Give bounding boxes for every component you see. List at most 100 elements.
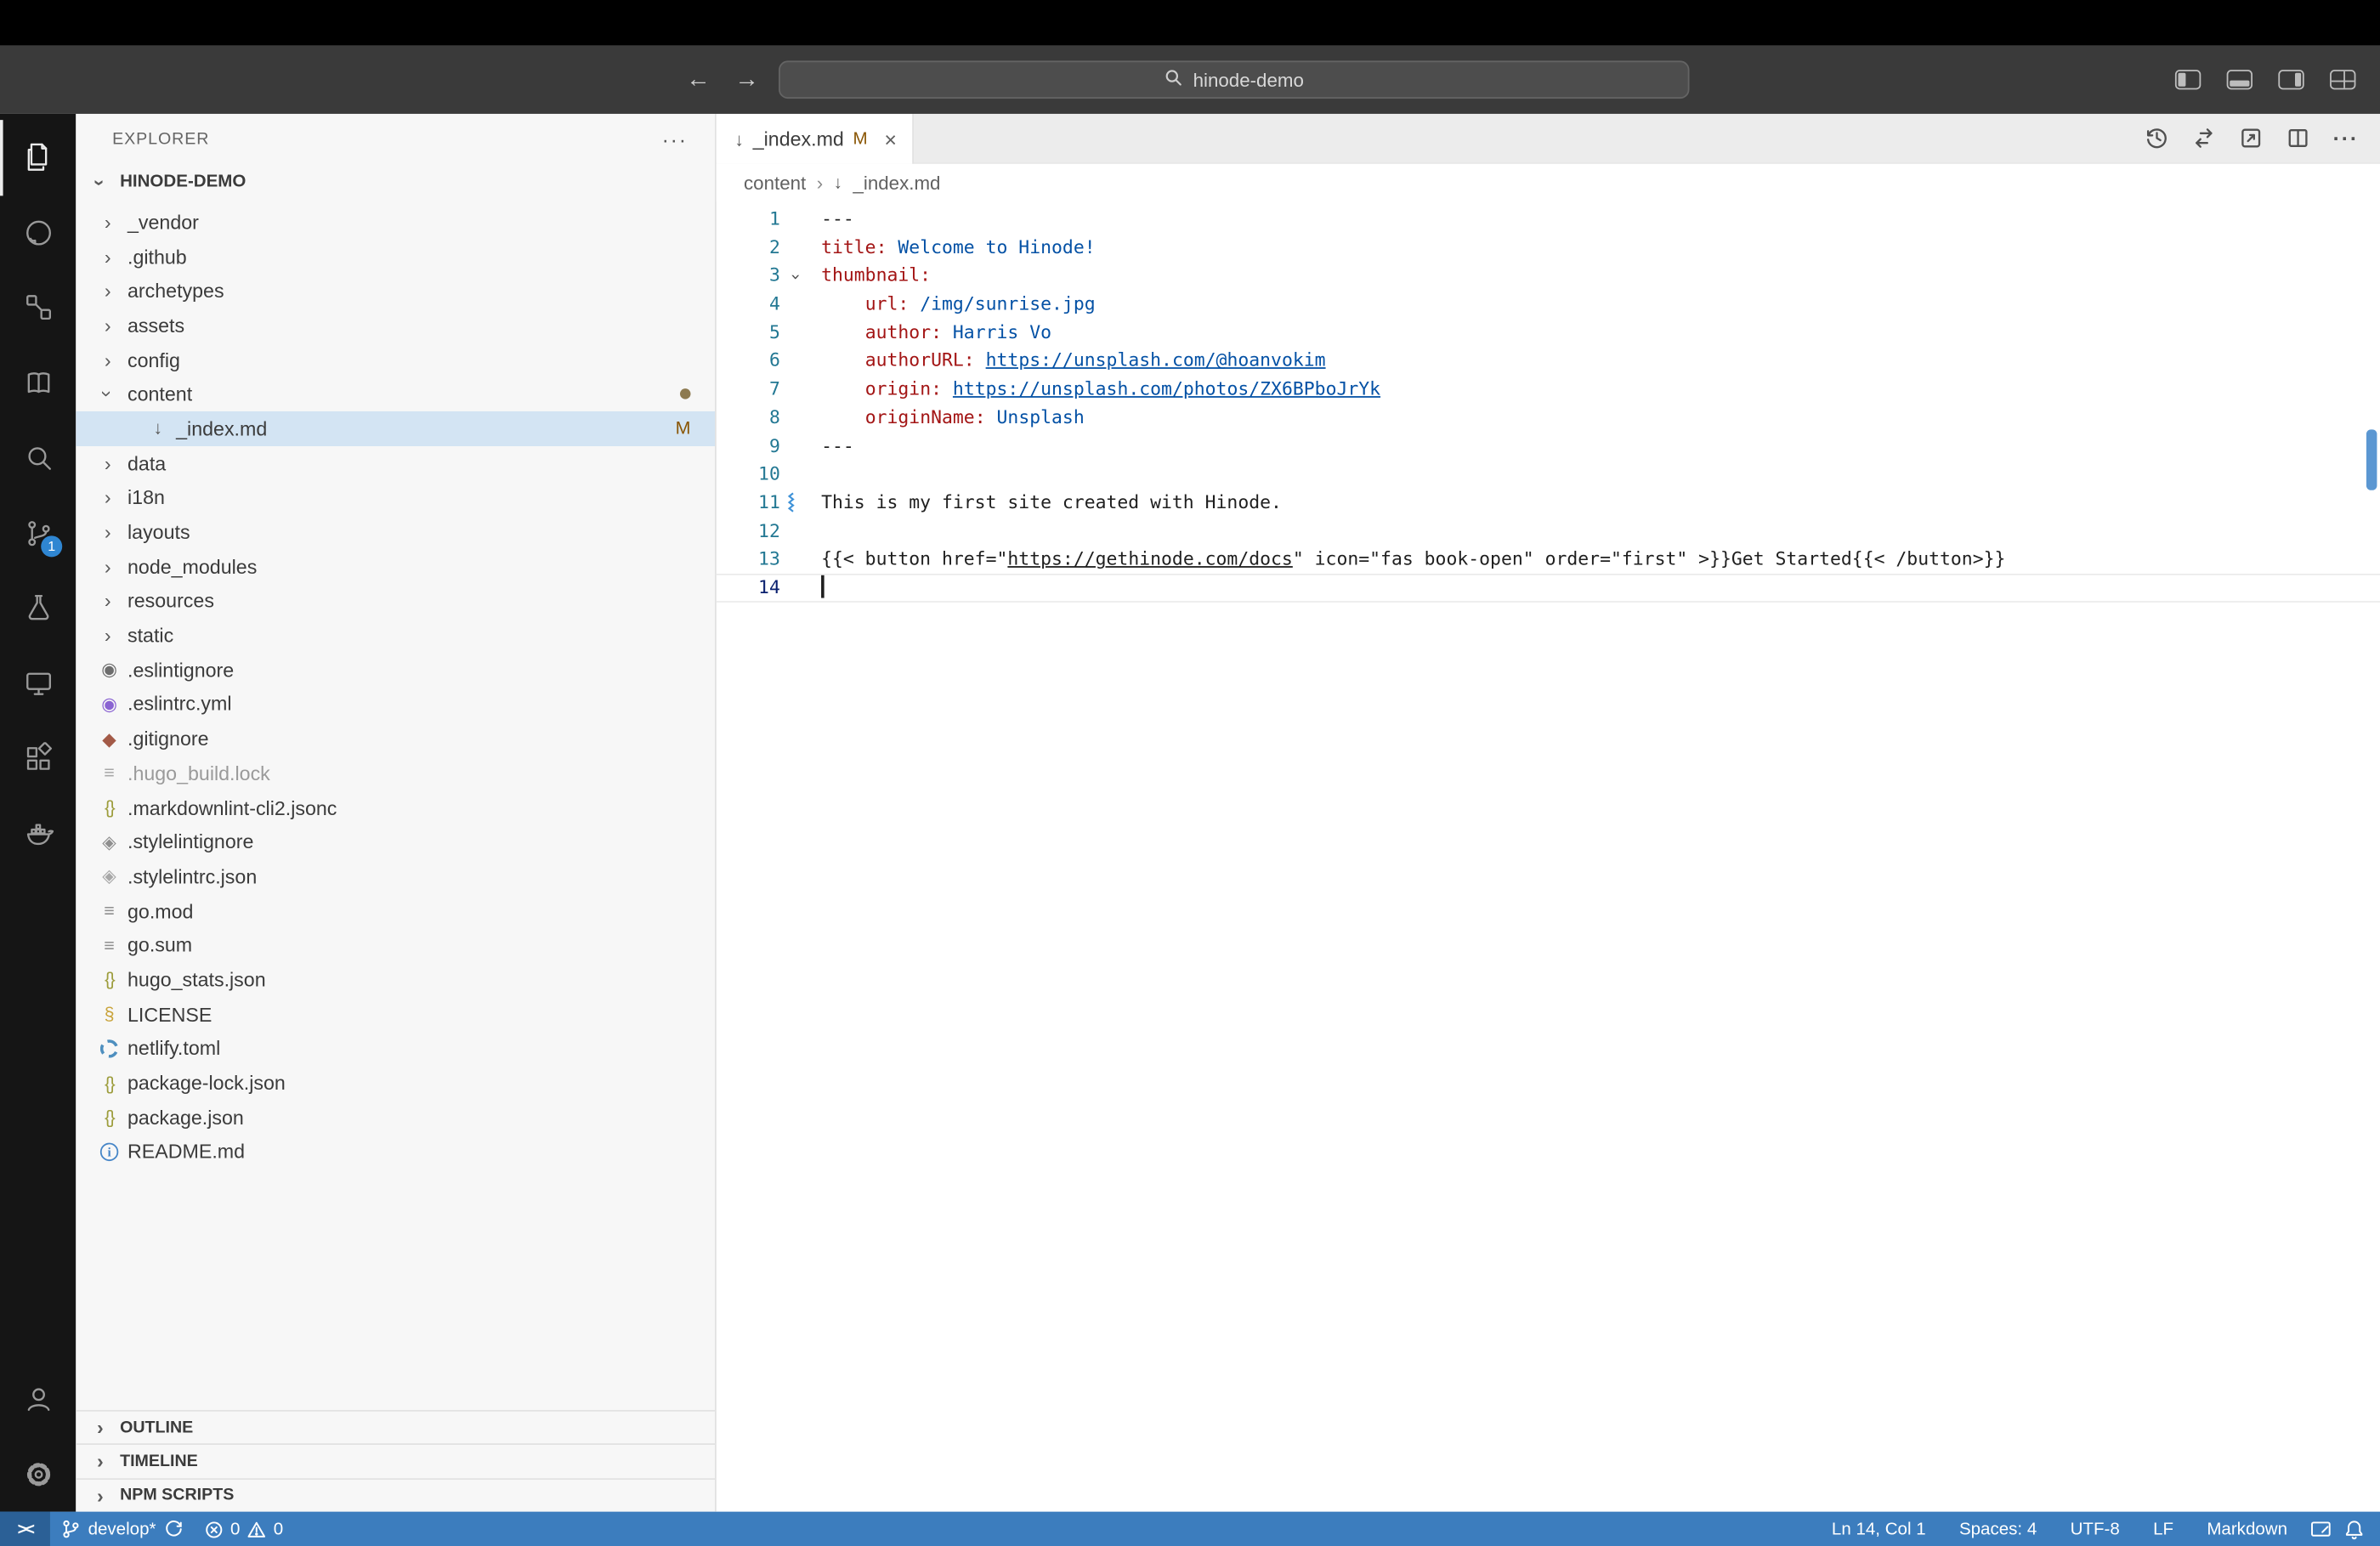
- close-icon[interactable]: ×: [884, 127, 897, 151]
- panel-bottom-icon[interactable]: [2227, 70, 2252, 89]
- references-icon[interactable]: [0, 270, 76, 345]
- code-line-3[interactable]: 3›thumbnail:: [717, 262, 2380, 290]
- remote-indicator[interactable]: ><: [0, 1512, 50, 1546]
- encoding-status[interactable]: UTF-8: [2060, 1520, 2130, 1538]
- diff-icon[interactable]: [2192, 126, 2217, 150]
- more-actions-icon[interactable]: ···: [662, 127, 688, 151]
- indentation-status[interactable]: Spaces: 4: [1948, 1520, 2047, 1538]
- line-number: 5: [717, 319, 780, 347]
- bell-icon[interactable]: [2343, 1519, 2365, 1540]
- tree-item-resources[interactable]: ›resources: [76, 584, 715, 619]
- section-outline[interactable]: ›OUTLINE: [76, 1410, 715, 1444]
- tree-item-i18n[interactable]: ›i18n: [76, 480, 715, 515]
- code-line-2[interactable]: 2title: Welcome to Hinode!: [717, 233, 2380, 261]
- tree-item-.hugo_build.lock[interactable]: ≡.hugo_build.lock: [76, 756, 715, 790]
- docker-icon[interactable]: [0, 796, 76, 871]
- eol-status[interactable]: LF: [2143, 1520, 2184, 1538]
- item-label: resources: [128, 590, 214, 613]
- settings-icon[interactable]: [0, 1436, 76, 1511]
- tree-item-.markdownlint-cli2.jsonc[interactable]: {}.markdownlint-cli2.jsonc: [76, 790, 715, 825]
- panel-left-icon[interactable]: [2175, 70, 2201, 89]
- tree-item-.stylelintrc.json[interactable]: ◈.stylelintrc.json: [76, 859, 715, 894]
- tree-item-netlify.toml[interactable]: netlify.toml: [76, 1031, 715, 1066]
- line-gutter: 5: [717, 319, 805, 347]
- explorer-icon[interactable]: [0, 120, 76, 195]
- branch-status[interactable]: develop*: [50, 1519, 194, 1538]
- tree-item-.gitignore[interactable]: ◆.gitignore: [76, 722, 715, 756]
- section-npm-scripts[interactable]: ›NPM SCRIPTS: [76, 1478, 715, 1512]
- code-line-7[interactable]: 7 origin: https://unsplash.com/photos/ZX…: [717, 375, 2380, 403]
- code-line-13[interactable]: 13{{< button href="https://gethinode.com…: [717, 546, 2380, 574]
- tree-item-.eslintignore[interactable]: ◉.eslintignore: [76, 653, 715, 688]
- code-line-9[interactable]: 9---: [717, 432, 2380, 460]
- tree-item-config[interactable]: ›config: [76, 343, 715, 377]
- tree-item-.eslintrc.yml[interactable]: ◉.eslintrc.yml: [76, 687, 715, 722]
- code-line-5[interactable]: 5 author: Harris Vo: [717, 319, 2380, 347]
- layout-icon[interactable]: [2310, 1519, 2332, 1540]
- line-number: 9: [717, 432, 780, 460]
- settings-file-icon: [95, 1036, 122, 1061]
- code-line-12[interactable]: 12: [717, 517, 2380, 545]
- breadcrumb: content › ↓ _index.md: [717, 164, 2380, 202]
- docs-icon[interactable]: [0, 345, 76, 420]
- customize-layout-icon[interactable]: [2330, 70, 2355, 89]
- github-icon[interactable]: [0, 195, 76, 269]
- tree-item-LICENSE[interactable]: §LICENSE: [76, 997, 715, 1032]
- breadcrumb-folder[interactable]: content: [744, 173, 806, 194]
- forward-arrow-icon[interactable]: →: [734, 66, 759, 93]
- tree-item-.github[interactable]: ›.github: [76, 240, 715, 275]
- line-gutter: 13: [717, 546, 805, 574]
- tree-item-.stylelintignore[interactable]: ◈.stylelintignore: [76, 824, 715, 859]
- problems-status[interactable]: 0 0: [194, 1520, 294, 1538]
- code-line-11[interactable]: 11This is my first site created with Hin…: [717, 489, 2380, 517]
- remote-explorer-icon[interactable]: [0, 646, 76, 721]
- account-icon[interactable]: [0, 1362, 76, 1436]
- search-icon[interactable]: [0, 421, 76, 496]
- markdown-icon: ↓: [144, 416, 172, 441]
- tree-item-data[interactable]: ›data: [76, 446, 715, 481]
- tree-item-node_modules[interactable]: ›node_modules: [76, 549, 715, 584]
- code-line-8[interactable]: 8 originName: Unsplash: [717, 404, 2380, 432]
- extensions-icon[interactable]: [0, 721, 76, 796]
- source-control-icon[interactable]: 1: [0, 496, 76, 570]
- code-line-10[interactable]: 10: [717, 460, 2380, 488]
- titlebar-icons: [2175, 46, 2356, 114]
- tree-item-hugo_stats.json[interactable]: {}hugo_stats.json: [76, 962, 715, 997]
- search-icon: [1164, 68, 1182, 91]
- tree-item-_index.md[interactable]: ↓_index.mdM: [76, 411, 715, 446]
- code-line-14[interactable]: 14: [717, 574, 2380, 602]
- more-actions-icon[interactable]: ···: [2333, 126, 2359, 150]
- testing-icon[interactable]: [0, 570, 76, 645]
- split-editor-icon[interactable]: [2286, 126, 2310, 150]
- breadcrumb-file[interactable]: _index.md: [853, 173, 940, 194]
- tree-item-go.sum[interactable]: ≡go.sum: [76, 928, 715, 963]
- tree-item-assets[interactable]: ›assets: [76, 309, 715, 343]
- tree-item-content[interactable]: ›content: [76, 377, 715, 412]
- back-arrow-icon[interactable]: ←: [686, 66, 711, 93]
- tree-item-_vendor[interactable]: ›_vendor: [76, 205, 715, 240]
- license-icon: §: [95, 1002, 122, 1027]
- code-line-1[interactable]: 1---: [717, 205, 2380, 233]
- history-icon[interactable]: [2145, 126, 2169, 150]
- panel-right-icon[interactable]: [2278, 70, 2304, 89]
- command-center[interactable]: hinode-demo: [779, 60, 1689, 99]
- tree-item-archetypes[interactable]: ›archetypes: [76, 274, 715, 309]
- tab-index-md[interactable]: ↓ _index.md M ×: [717, 114, 914, 164]
- cursor-position[interactable]: Ln 14, Col 1: [1821, 1520, 1936, 1538]
- tree-item-static[interactable]: ›static: [76, 618, 715, 653]
- fold-chevron-icon[interactable]: ›: [780, 272, 808, 282]
- tree-item-package.json[interactable]: {}package.json: [76, 1100, 715, 1135]
- open-preview-icon[interactable]: [2239, 126, 2264, 150]
- workspace-root[interactable]: › HINODE-DEMO: [76, 164, 715, 201]
- code-line-4[interactable]: 4 url: /img/sunrise.jpg: [717, 290, 2380, 318]
- code-editor[interactable]: 1---2title: Welcome to Hinode!3›thumbnai…: [717, 201, 2380, 1511]
- command-center-label: hinode-demo: [1193, 69, 1304, 90]
- tree-item-layouts[interactable]: ›layouts: [76, 515, 715, 550]
- tree-item-README.md[interactable]: iREADME.md: [76, 1135, 715, 1169]
- code-line-6[interactable]: 6 authorURL: https://unsplash.com/@hoanv…: [717, 347, 2380, 375]
- tree-item-go.mod[interactable]: ≡go.mod: [76, 893, 715, 928]
- eslint-icon: ◉: [95, 692, 122, 716]
- section-timeline[interactable]: ›TIMELINE: [76, 1444, 715, 1478]
- language-mode[interactable]: Markdown: [2196, 1520, 2298, 1538]
- tree-item-package-lock.json[interactable]: {}package-lock.json: [76, 1066, 715, 1101]
